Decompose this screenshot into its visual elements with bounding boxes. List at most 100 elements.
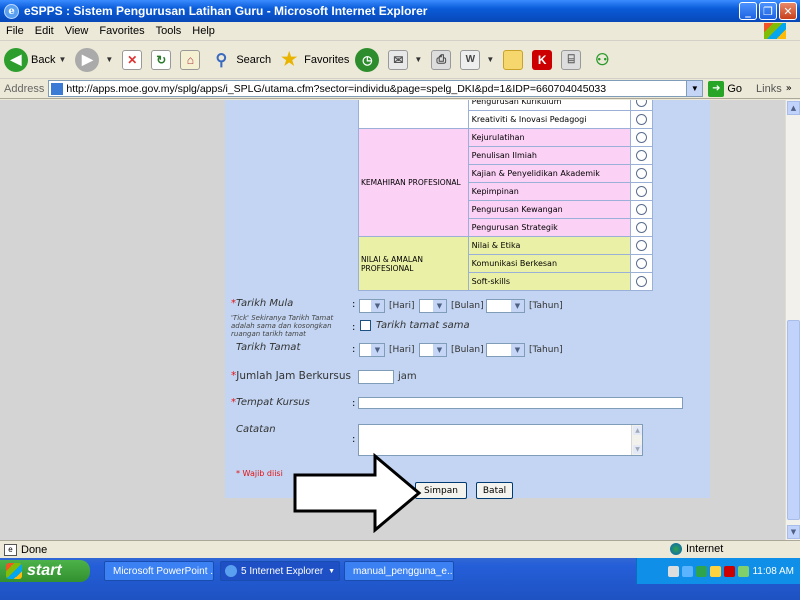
skill-item: Kepimpinan: [467, 182, 632, 201]
skill-radio[interactable]: [636, 222, 648, 233]
chevron-down-icon[interactable]: ▼: [787, 525, 800, 539]
antivirus-icon[interactable]: [724, 565, 736, 577]
skill-radio-cell: [630, 128, 653, 147]
forward-button[interactable]: ▶ ▼: [75, 47, 116, 72]
chevron-down-icon: ▼: [414, 55, 423, 64]
folder-button[interactable]: [503, 49, 526, 70]
messenger-button[interactable]: ⚇: [590, 48, 617, 72]
menu-tools[interactable]: Tools: [156, 25, 182, 37]
skill-radio-cell: [630, 272, 653, 291]
mail-button[interactable]: ✉ ▼: [388, 49, 425, 70]
task-label: Microsoft PowerPoint ...: [113, 565, 214, 577]
skill-radio[interactable]: [636, 240, 648, 251]
location-input[interactable]: [358, 397, 683, 409]
skill-radio[interactable]: [636, 204, 648, 215]
chevron-right-icon[interactable]: »: [786, 83, 792, 94]
cancel-button[interactable]: Batal: [476, 482, 513, 499]
home-button[interactable]: ⌂: [180, 49, 203, 70]
edit-button[interactable]: W ▼: [460, 49, 497, 70]
table-row: NILAI & AMALAN PROFESIONAL Nilai & Etika: [358, 236, 653, 291]
messenger-icon: ⚇: [595, 51, 610, 69]
go-button[interactable]: ➜ Go: [708, 80, 742, 97]
skill-radio[interactable]: [636, 114, 648, 125]
skill-radio-cell: [630, 218, 653, 237]
skill-item: Soft-skills: [467, 272, 632, 291]
skill-radio[interactable]: [636, 150, 648, 161]
links-button[interactable]: Links: [756, 83, 782, 95]
menu-edit[interactable]: Edit: [35, 25, 54, 37]
refresh-button[interactable]: ↻: [151, 49, 174, 70]
task-label: manual_pengguna_e...: [353, 565, 454, 577]
chevron-down-icon[interactable]: ▼: [686, 81, 703, 96]
favorites-button[interactable]: ★ Favorites: [277, 48, 349, 72]
page-scrollbar[interactable]: ▲ ▼: [785, 100, 800, 540]
notes-label: Catatan: [236, 424, 276, 435]
stop-button[interactable]: ✕: [122, 49, 145, 70]
end-date-label: Tarikh Tamat: [236, 342, 301, 353]
research-button[interactable]: ⌸: [561, 49, 584, 70]
start-month-select[interactable]: ▼: [419, 299, 447, 313]
textarea-scrollbar[interactable]: ▲ ▼: [631, 425, 642, 455]
start-year-select[interactable]: ▼: [486, 299, 525, 313]
chevron-up-icon: ▲: [633, 426, 642, 435]
chevron-up-icon[interactable]: ▲: [787, 101, 800, 115]
signal-icon[interactable]: [738, 565, 750, 577]
hours-input[interactable]: [358, 370, 394, 384]
close-button[interactable]: ✕: [779, 2, 797, 20]
chevron-down-icon: ▼: [511, 300, 524, 312]
edit-icon: W: [460, 49, 481, 70]
history-button[interactable]: ◷: [355, 47, 382, 72]
messenger-icon[interactable]: [696, 565, 708, 577]
k-icon: K: [532, 49, 553, 70]
system-tray: 11:08 AM: [636, 558, 800, 584]
chevron-down-icon: ▼: [511, 344, 524, 356]
end-month-select[interactable]: ▼: [419, 343, 447, 357]
menu-file[interactable]: File: [6, 25, 24, 37]
security-icon[interactable]: [710, 565, 722, 577]
skills-table: Pengurusan Kurikulum Kreativiti & Inovas…: [358, 100, 653, 291]
end-year-select[interactable]: ▼: [486, 343, 525, 357]
notes-textarea[interactable]: ▲ ▼: [358, 424, 643, 456]
taskbar-item-acrobat[interactable]: manual_pengguna_e...: [344, 561, 454, 581]
skill-radio[interactable]: [636, 276, 648, 287]
menu-view[interactable]: View: [65, 25, 89, 37]
save-button[interactable]: Simpan: [415, 482, 467, 499]
address-input[interactable]: http://apps.moe.gov.my/splg/apps/i_SPLG/…: [48, 80, 704, 97]
category-cell: NILAI & AMALAN PROFESIONAL: [358, 236, 469, 291]
hours-unit: jam: [398, 371, 417, 382]
star-icon: ★: [281, 49, 298, 69]
colon: :: [352, 299, 356, 310]
kaspersky-button[interactable]: K: [532, 49, 555, 70]
same-end-date-checkbox[interactable]: [360, 320, 371, 331]
maximize-button[interactable]: ❐: [759, 2, 777, 20]
skill-radio[interactable]: [636, 258, 648, 269]
taskbar-item-powerpoint[interactable]: Microsoft PowerPoint ...: [104, 561, 214, 581]
skill-radio[interactable]: [636, 100, 648, 107]
start-day-select[interactable]: ▼: [359, 299, 385, 313]
skill-radio[interactable]: [636, 186, 648, 197]
start-button[interactable]: start: [0, 560, 90, 582]
scrollbar-thumb[interactable]: [787, 320, 800, 520]
search-button[interactable]: ⚲ Search: [209, 48, 271, 72]
menu-help[interactable]: Help: [192, 25, 215, 37]
month-unit: [Bulan]: [451, 301, 484, 311]
skill-radio[interactable]: [636, 132, 648, 143]
search-label: Search: [236, 53, 272, 66]
history-icon: ◷: [355, 47, 380, 72]
minimize-button[interactable]: _: [739, 2, 757, 20]
chevron-down-icon: ▼: [328, 567, 335, 575]
menu-bar: File Edit View Favorites Tools Help: [0, 22, 800, 41]
print-button[interactable]: ⎙: [431, 49, 454, 70]
page-icon: [51, 82, 64, 95]
end-day-select[interactable]: ▼: [359, 343, 385, 357]
network-icon[interactable]: [682, 565, 694, 577]
skill-radio[interactable]: [636, 168, 648, 179]
help-icon[interactable]: [668, 565, 680, 577]
globe-icon: [670, 543, 682, 555]
menu-favorites[interactable]: Favorites: [99, 25, 144, 37]
zone-label: Internet: [686, 543, 724, 555]
taskbar-item-ie[interactable]: 5 Internet Explorer ▼: [220, 561, 340, 581]
skill-item: Komunikasi Berkesan: [467, 254, 632, 273]
back-button[interactable]: ◀ Back ▼: [4, 47, 69, 72]
ie-icon: e: [4, 3, 19, 19]
